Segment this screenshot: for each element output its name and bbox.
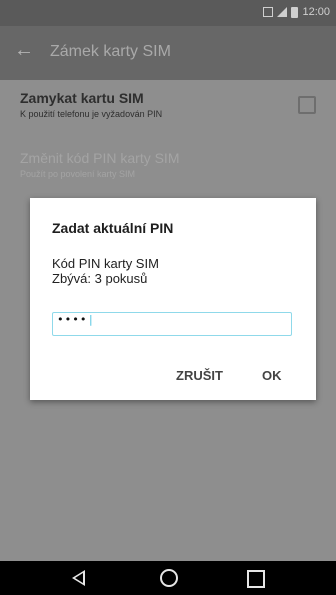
dialog-message-line1: Kód PIN karty SIM [52, 256, 159, 271]
status-bar: 12:00 [0, 0, 336, 26]
signal-icon [277, 7, 288, 17]
dialog-title: Zadat aktuální PIN [52, 220, 174, 236]
status-icons: 12:00 [263, 6, 330, 18]
cancel-button[interactable]: ZRUŠIT [176, 368, 223, 383]
sim-icon [263, 7, 274, 17]
navigation-bar [0, 561, 336, 595]
lock-sim-title: Zamykat kartu SIM [20, 90, 144, 106]
dialog-message-line2: Zbývá: 3 pokusů [52, 271, 148, 286]
change-pin-title: Změnit kód PIN karty SIM [20, 150, 180, 166]
status-time: 12:00 [302, 6, 330, 18]
dialog-message: Kód PIN karty SIM Zbývá: 3 pokusů [52, 256, 159, 286]
lock-sim-checkbox[interactable] [298, 96, 316, 114]
nav-recents-icon[interactable] [247, 570, 265, 588]
text-cursor: | [87, 313, 96, 326]
page-title: Zámek karty SIM [50, 43, 171, 60]
lock-sim-summary: K použití telefonu je vyžadován PIN [20, 109, 163, 119]
pin-value: •••• [57, 313, 88, 326]
lock-sim-setting[interactable]: Zamykat kartu SIM K použití telefonu je … [20, 90, 162, 119]
change-pin-summary: Použít po povolení karty SIM [20, 169, 136, 179]
nav-home-icon[interactable] [160, 569, 178, 587]
app-bar: ← Zámek karty SIM [0, 26, 336, 80]
screen: 12:00 ← Zámek karty SIM Zamykat kartu SI… [0, 0, 336, 595]
ok-button[interactable]: OK [262, 368, 282, 383]
pin-input[interactable]: ••••| [52, 312, 292, 336]
battery-icon [291, 6, 299, 18]
change-pin-setting: Změnit kód PIN karty SIM Použít po povol… [20, 150, 179, 179]
back-arrow-icon[interactable]: ← [14, 39, 34, 62]
pin-dialog: Zadat aktuální PIN Kód PIN karty SIM Zbý… [30, 198, 316, 400]
nav-back-icon[interactable] [72, 570, 85, 586]
